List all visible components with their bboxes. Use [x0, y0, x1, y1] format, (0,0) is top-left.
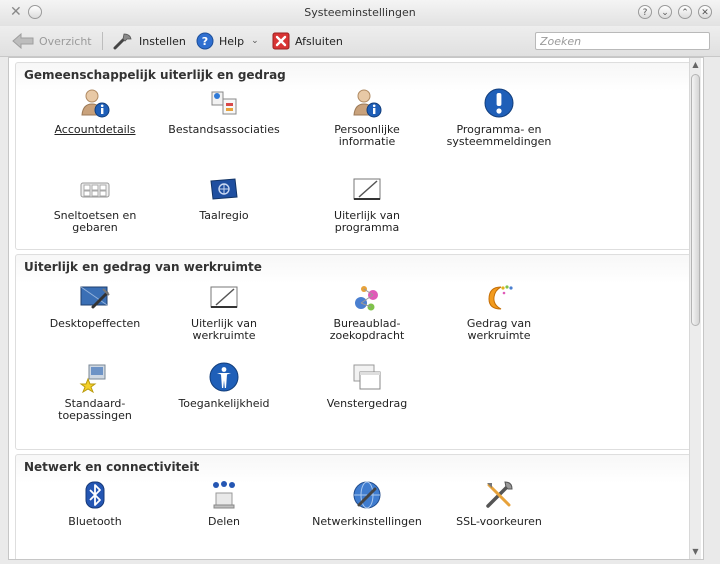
module-label: Sneltoetsen en gebaren: [53, 209, 137, 234]
back-arrow-icon: [12, 33, 34, 49]
notifications-icon: [484, 88, 514, 118]
keyboard-shortcuts-icon: [80, 182, 110, 198]
settings-panel: Gemeenschappelijk uiterlijk en gedrag Ac…: [8, 57, 704, 560]
section-title: Netwerk en connectiviteit: [24, 460, 200, 474]
workspace-behavior-icon: [488, 285, 513, 310]
module-label: Standaard- toepassingen: [58, 397, 132, 422]
configure-label: Instellen: [139, 34, 186, 48]
scrollbar-thumb[interactable]: [691, 74, 700, 326]
quit-button[interactable]: Afsluiten: [272, 32, 343, 50]
module-network-settings[interactable]: Netwerkinstellingen: [292, 479, 442, 528]
window-title: Systeeminstellingen: [304, 6, 416, 19]
help-window-icon[interactable]: ?: [638, 5, 652, 19]
personal-info-icon: [353, 89, 382, 118]
module-desktop-effects[interactable]: Desktopeffecten: [20, 281, 170, 330]
module-ssl-preferences[interactable]: SSL-voorkeuren: [424, 479, 574, 528]
module-sharing[interactable]: Delen: [149, 479, 299, 528]
module-accessibility[interactable]: Toegankelijkheid: [149, 361, 299, 410]
module-label: Desktopeffecten: [49, 317, 141, 330]
module-bluetooth[interactable]: Bluetooth: [20, 479, 170, 528]
module-workspace-appearance[interactable]: Uiterlijk van werkruimte: [149, 281, 299, 342]
module-label: Uiterlijk van werkruimte: [191, 317, 257, 342]
default-applications-icon: [79, 364, 106, 393]
scroll-up-icon[interactable]: ▲: [690, 58, 701, 72]
application-appearance-icon: [353, 178, 381, 200]
overview-label: Overzicht: [39, 34, 92, 48]
user-info-icon: [81, 89, 110, 118]
module-label: Venstergedrag: [326, 397, 408, 410]
file-associations-icon: [211, 91, 237, 115]
module-label: Persoonlijke informatie: [334, 123, 400, 148]
quit-icon: [272, 32, 290, 50]
module-default-applications[interactable]: Standaard- toepassingen: [20, 361, 170, 422]
module-label: Gedrag van werkruimte: [466, 317, 532, 342]
search-field[interactable]: [535, 32, 717, 50]
section-title: Gemeenschappelijk uiterlijk en gedrag: [24, 68, 286, 82]
module-account-details[interactable]: Accountdetails: [20, 87, 170, 136]
bluetooth-icon: [85, 481, 105, 509]
close-icon[interactable]: ✕: [698, 5, 712, 19]
chevron-down-icon[interactable]: ⌄: [251, 36, 259, 46]
maximize-icon[interactable]: ⌃: [678, 5, 692, 19]
module-label: Accountdetails: [54, 123, 136, 136]
module-app-appearance[interactable]: Uiterlijk van programma: [292, 173, 442, 234]
configure-icon: [113, 33, 132, 50]
desktop-search-icon: [355, 286, 378, 311]
section-title: Uiterlijk en gedrag van werkruimte: [24, 260, 262, 274]
module-label: Netwerkinstellingen: [312, 515, 422, 528]
module-label: Uiterlijk van programma: [334, 209, 400, 234]
module-notifications[interactable]: Programma- en systeemmeldingen: [424, 87, 574, 148]
title-bar: ✕ Systeeminstellingen ? ⌄ ⌃ ✕: [0, 0, 720, 26]
section-common-appearance: Gemeenschappelijk uiterlijk en gedrag Ac…: [15, 62, 701, 250]
network-settings-icon: [353, 481, 381, 509]
quit-label: Afsluiten: [295, 34, 343, 48]
module-desktop-search[interactable]: Bureaublad- zoekopdracht: [292, 281, 442, 342]
module-label: Taalregio: [199, 209, 249, 222]
section-workspace: Uiterlijk en gedrag van werkruimte Deskt…: [15, 254, 701, 450]
module-label: Bluetooth: [68, 515, 122, 528]
desktop-effects-icon: [80, 286, 110, 309]
module-label: Bestandsassociaties: [168, 123, 280, 136]
module-label: Delen: [207, 515, 241, 528]
help-label: Help: [219, 34, 245, 48]
module-locale[interactable]: Taalregio: [149, 173, 299, 222]
toolbar-separator: [102, 32, 103, 50]
module-file-associations[interactable]: Bestandsassociaties: [149, 87, 299, 136]
scroll-down-icon[interactable]: ▼: [690, 545, 701, 559]
module-label: Programma- en systeemmeldingen: [446, 123, 552, 148]
search-input[interactable]: [536, 33, 717, 49]
module-shortcuts[interactable]: Sneltoetsen en gebaren: [20, 173, 170, 234]
module-label: Bureaublad- zoekopdracht: [329, 317, 405, 342]
module-label: Toegankelijkheid: [178, 397, 270, 410]
locale-flag-icon: [210, 178, 238, 200]
window-behavior-icon: [353, 364, 381, 390]
svg-text:?: ?: [202, 35, 208, 48]
sharing-icon: [213, 481, 235, 509]
vertical-scrollbar[interactable]: ▲ ▼: [689, 58, 701, 559]
minimize-icon[interactable]: ⌄: [658, 5, 672, 19]
module-personal-info[interactable]: Persoonlijke informatie: [292, 87, 442, 148]
section-network: Netwerk en connectiviteit Bluetooth Dele…: [15, 454, 701, 559]
module-workspace-behavior[interactable]: Gedrag van werkruimte: [424, 281, 574, 342]
overview-button[interactable]: Overzicht: [12, 32, 92, 50]
configure-button[interactable]: Instellen: [112, 32, 186, 50]
accessibility-icon: [209, 362, 239, 392]
help-icon: ?: [196, 32, 214, 50]
workspace-appearance-icon: [210, 286, 238, 308]
help-button[interactable]: ? Help ⌄: [196, 32, 259, 50]
module-window-behavior[interactable]: Venstergedrag: [292, 361, 442, 410]
module-label: SSL-voorkeuren: [456, 515, 542, 528]
ssl-preferences-icon: [486, 481, 513, 508]
